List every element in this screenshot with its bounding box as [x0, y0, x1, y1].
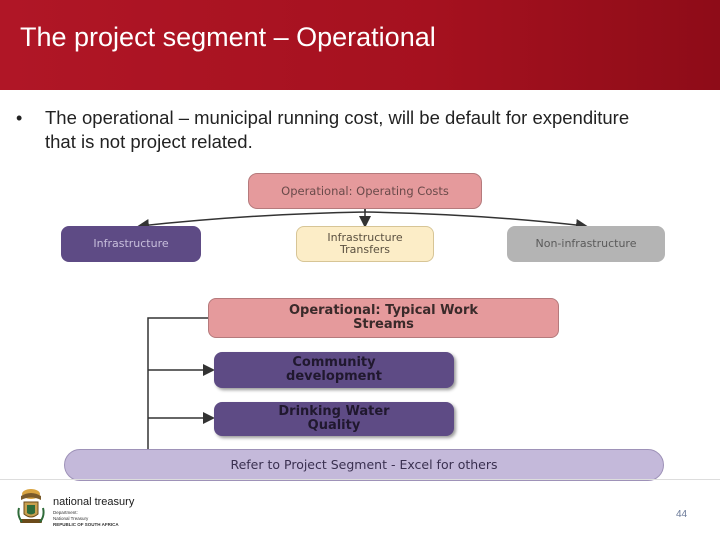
logo-line-3: REPUBLIC OF SOUTH AFRICA: [53, 522, 119, 527]
drinking-line-1: Drinking Water: [278, 404, 390, 420]
transfers-line-2: Transfers: [340, 243, 390, 256]
typical-work-streams-box: Operational: Typical Work Streams: [208, 298, 559, 338]
connector-to-infrastructure: [137, 209, 366, 231]
coat-of-arms-icon: [17, 489, 45, 523]
logo-line-2: National Treasury: [53, 516, 89, 521]
community-line-1: Community: [292, 355, 376, 371]
typical-line-1: Operational: Typical Work: [288, 303, 479, 319]
community-development-box: Community development: [214, 352, 454, 388]
connector-to-noninfra: [364, 211, 588, 231]
infrastructure-box: Infrastructure: [61, 226, 201, 262]
refer-project-segment-box: Refer to Project Segment - Excel for oth…: [64, 449, 664, 481]
drinking-water-quality-box: Drinking Water Quality: [214, 402, 454, 436]
drinking-line-2: Quality: [307, 418, 361, 433]
footer-divider: [0, 479, 720, 480]
operating-costs-box: Operational: Operating Costs: [248, 173, 482, 209]
bracket-line: [147, 317, 208, 465]
non-infrastructure-box: Non-infrastructure: [507, 226, 665, 262]
typical-line-2: Streams: [353, 317, 414, 332]
logo-title: national treasury: [53, 496, 135, 508]
page-number: 44: [676, 509, 688, 520]
infrastructure-transfers-box: Infrastructure Transfers: [296, 226, 434, 262]
community-line-2: development: [286, 369, 382, 384]
logo-line-1: Department:: [53, 510, 78, 515]
national-treasury-logo: national treasury Department: National T…: [15, 486, 155, 530]
